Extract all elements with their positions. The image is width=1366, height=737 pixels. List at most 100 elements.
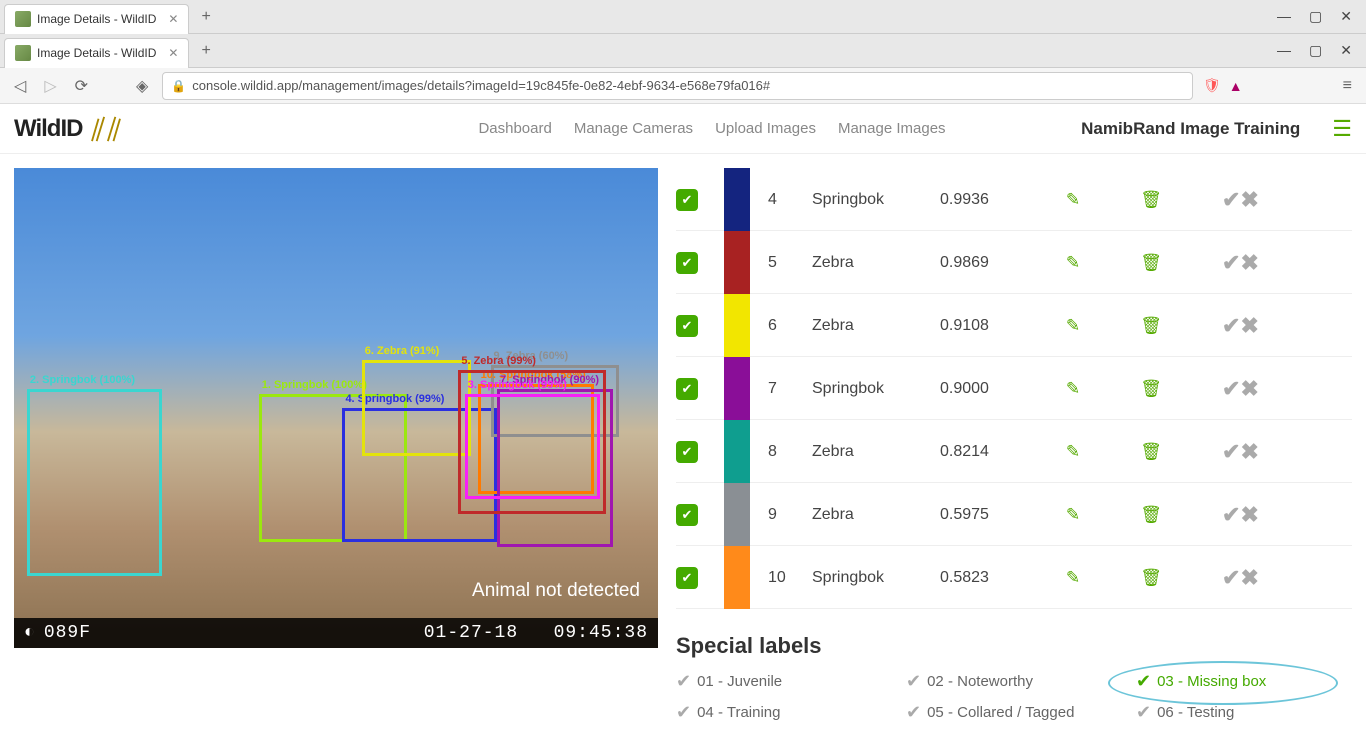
row-checkbox[interactable]: ✔ xyxy=(676,504,698,526)
confirm-reject-icons[interactable]: ✔ ✖ xyxy=(1194,250,1284,276)
camera-date: 01-27-18 xyxy=(424,623,518,643)
window-minimize-icon[interactable]: — xyxy=(1277,8,1291,25)
window-maximize-icon[interactable]: ▢ xyxy=(1309,8,1322,25)
label-text: 06 - Testing xyxy=(1157,704,1234,721)
bounding-box[interactable]: 6. Zebra (91%) xyxy=(362,360,471,456)
back-button[interactable]: ◁ xyxy=(10,74,30,98)
browser-tab[interactable]: Image Details - WildID ✕ xyxy=(4,38,189,68)
hamburger-menu-icon[interactable]: ☰ xyxy=(1322,116,1352,142)
bounding-box[interactable]: 2. Springbok (100%) xyxy=(27,389,162,576)
nav-dashboard[interactable]: Dashboard xyxy=(478,120,551,137)
confirm-reject-icons[interactable]: ✔ ✖ xyxy=(1194,376,1284,402)
oryx-icon xyxy=(86,115,126,143)
new-tab-button[interactable]: + xyxy=(195,42,216,60)
bbox-label: 3. Springbok (99%) xyxy=(468,379,567,391)
bookmark-icon[interactable]: ◈ xyxy=(132,74,152,98)
edit-icon[interactable]: ✎ xyxy=(1038,442,1108,462)
row-checkbox[interactable]: ✔ xyxy=(676,252,698,274)
delete-icon[interactable]: 🗑 xyxy=(1116,190,1186,210)
detection-image: 2. Springbok (100%)1. Springbok (100%)4.… xyxy=(14,168,658,648)
detection-species: Zebra xyxy=(812,443,932,461)
detection-row: ✔9Zebra0.5975✎🗑✔ ✖ xyxy=(676,483,1352,546)
window-close-icon[interactable]: ✕ xyxy=(1340,42,1352,59)
browser-menu-icon[interactable]: ≡ xyxy=(1339,75,1356,97)
row-checkbox[interactable]: ✔ xyxy=(676,567,698,589)
row-checkbox[interactable]: ✔ xyxy=(676,189,698,211)
confirm-reject-icons[interactable]: ✔ ✖ xyxy=(1194,502,1284,528)
detection-index: 8 xyxy=(764,443,804,461)
special-label-item[interactable]: ✔03 - Missing box xyxy=(1136,671,1352,692)
detection-row: ✔10Springbok0.5823✎🗑✔ ✖ xyxy=(676,546,1352,609)
label-text: 01 - Juvenile xyxy=(697,673,782,690)
new-tab-button[interactable]: + xyxy=(195,8,216,26)
camera-metadata-bar: ◐ 089F 01-27-18 09:45:38 xyxy=(14,618,658,648)
edit-icon[interactable]: ✎ xyxy=(1038,379,1108,399)
delete-icon[interactable]: 🗑 xyxy=(1116,505,1186,525)
confirm-reject-icons[interactable]: ✔ ✖ xyxy=(1194,187,1284,213)
app-logo[interactable]: WildID xyxy=(14,115,126,143)
detection-confidence: 0.5823 xyxy=(940,569,1030,587)
bounding-box[interactable]: 3. Springbok (99%) xyxy=(465,394,600,500)
edit-icon[interactable]: ✎ xyxy=(1038,568,1108,588)
window-minimize-icon[interactable]: — xyxy=(1277,42,1291,59)
color-swatch xyxy=(724,294,750,357)
tab-close-icon[interactable]: ✕ xyxy=(168,46,178,60)
special-label-item[interactable]: ✔01 - Juvenile xyxy=(676,671,892,692)
detection-species: Springbok xyxy=(812,569,932,587)
detection-index: 5 xyxy=(764,254,804,272)
nav-manage-cameras[interactable]: Manage Cameras xyxy=(574,120,693,137)
special-label-item[interactable]: ✔06 - Testing xyxy=(1136,702,1352,723)
bbox-label: 6. Zebra (91%) xyxy=(365,345,440,357)
detection-species: Springbok xyxy=(812,191,932,209)
special-label-item[interactable]: ✔04 - Training xyxy=(676,702,892,723)
browser-tab[interactable]: Image Details - WildID ✕ xyxy=(4,4,189,34)
window-close-icon[interactable]: ✕ xyxy=(1340,8,1352,25)
favicon-icon xyxy=(15,11,31,27)
address-bar[interactable]: 🔒 console.wildid.app/management/images/d… xyxy=(162,72,1193,100)
nav-upload-images[interactable]: Upload Images xyxy=(715,120,816,137)
confirm-reject-icons[interactable]: ✔ ✖ xyxy=(1194,439,1284,465)
camera-temp: 089F xyxy=(44,623,91,643)
special-label-item[interactable]: ✔ 02 - Noteworthy xyxy=(906,671,1122,692)
delete-icon[interactable]: 🗑 xyxy=(1116,379,1186,399)
org-name: NamibRand Image Training xyxy=(1081,119,1300,139)
tab-title: Image Details - WildID xyxy=(37,12,156,26)
detection-index: 9 xyxy=(764,506,804,524)
detection-confidence: 0.8214 xyxy=(940,443,1030,461)
special-label-item[interactable]: ✔05 - Collared / Tagged xyxy=(906,702,1122,723)
delete-icon[interactable]: 🗑 xyxy=(1116,442,1186,462)
confirm-reject-icons[interactable]: ✔ ✖ xyxy=(1194,313,1284,339)
bbox-label: 2. Springbok (100%) xyxy=(30,374,135,386)
url-text: console.wildid.app/management/images/det… xyxy=(192,78,770,93)
edit-icon[interactable]: ✎ xyxy=(1038,316,1108,336)
edit-icon[interactable]: ✎ xyxy=(1038,505,1108,525)
detection-confidence: 0.9936 xyxy=(940,191,1030,209)
brave-shield-icon[interactable]: 🛡 xyxy=(1203,77,1221,94)
row-checkbox[interactable]: ✔ xyxy=(676,378,698,400)
edit-icon[interactable]: ✎ xyxy=(1038,253,1108,273)
delete-icon[interactable]: 🗑 xyxy=(1116,568,1186,588)
forward-button: ▷ xyxy=(40,74,60,98)
check-icon: ✔ xyxy=(676,702,691,723)
check-icon: ✔ xyxy=(906,671,921,692)
row-checkbox[interactable]: ✔ xyxy=(676,441,698,463)
detection-confidence: 0.9869 xyxy=(940,254,1030,272)
delete-icon[interactable]: 🗑 xyxy=(1116,316,1186,336)
bbox-label: 5. Zebra (99%) xyxy=(461,355,536,367)
favicon-icon xyxy=(15,45,31,61)
confirm-reject-icons[interactable]: ✔ ✖ xyxy=(1194,565,1284,591)
reload-button[interactable]: ⟳ xyxy=(71,74,92,98)
color-swatch xyxy=(724,357,750,420)
row-checkbox[interactable]: ✔ xyxy=(676,315,698,337)
nav-manage-images[interactable]: Manage Images xyxy=(838,120,946,137)
window-maximize-icon[interactable]: ▢ xyxy=(1309,42,1322,59)
tab-close-icon[interactable]: ✕ xyxy=(168,12,178,26)
label-text: 02 - Noteworthy xyxy=(927,673,1033,690)
lock-icon: 🔒 xyxy=(171,79,186,93)
bat-icon[interactable]: ▲ xyxy=(1229,78,1243,94)
edit-icon[interactable]: ✎ xyxy=(1038,190,1108,210)
delete-icon[interactable]: 🗑 xyxy=(1116,253,1186,273)
color-swatch xyxy=(724,420,750,483)
detection-confidence: 0.9108 xyxy=(940,317,1030,335)
detection-species: Zebra xyxy=(812,254,932,272)
